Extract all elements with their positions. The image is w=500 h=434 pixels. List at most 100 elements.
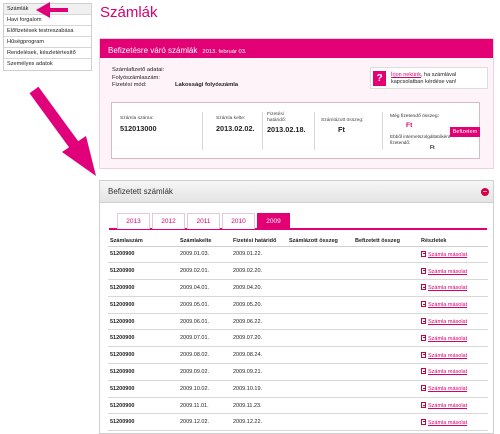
cell-billed-amount [287,262,353,281]
document-icon [421,284,426,291]
document-icon [421,418,426,425]
bill-copy-link[interactable]: Számla másolat [428,336,467,342]
tab-2012[interactable]: 2012 [152,213,185,229]
cell-paid-amount [353,246,419,264]
cell-paid-amount [353,413,419,432]
col-header: Részletek [419,236,488,247]
write-us-link[interactable]: Írjon nekünk [391,72,421,78]
cell-details: Számla másolat [419,296,488,314]
cell-billed-amount [287,246,353,264]
tab-2010[interactable]: 2010 [222,213,255,229]
bill-separator [314,112,315,150]
due-date-label-2: határidő: [267,118,287,123]
tab-2009[interactable]: 2009 [257,213,290,229]
cell-paid-amount [353,329,419,348]
table-row: 51200900 2009.05.01. 2009.05.20. Számla más… [108,296,488,314]
cell-due-date: 2009.12.22. [231,413,287,432]
nav-item-husegprogram[interactable]: Hűségprogram [4,37,91,48]
bill-date: 2013.02.02. [216,124,255,133]
paid-bills-title: Befizetett számlák [108,187,173,196]
nav-item-elofizetesek[interactable]: Előfizetések testreszabása [4,26,91,37]
table-row: 51200900 2009.06.01. 2009.06.22. Számla más… [108,313,488,331]
bill-separator [202,112,203,150]
bill-copy-link[interactable]: Számla másolat [428,369,467,375]
cell-details: Számla másolat [419,246,488,264]
document-icon [421,301,426,308]
paid-bills-panel: Befizetett számlák − 2013 2012 2011 2010… [99,180,494,434]
collapse-icon[interactable]: − [481,188,489,196]
pending-bills-title: Befizetésre váró számlák [108,46,198,55]
cell-details: Számla másolat [419,329,488,348]
cell-paid-amount [353,279,419,297]
pending-bills-panel: Befizetésre váró számlák 2013. február 03… [99,38,494,169]
payment-method-value: Lakossági folyószámla [175,82,239,88]
remaining-amount: Ft [406,122,413,129]
cell-bill-number: 51200900 [108,279,178,297]
help-text: Írjon nekünk, ha számlával kapcsolatban … [391,72,488,86]
cell-bill-date: 2009.07.01. [178,329,231,348]
internet-payable-label: Ebből internetszolgáltatóként fizetendő: [390,134,451,145]
bill-date-label: Számla kelte: [216,116,246,121]
question-icon: ? [373,71,386,86]
bill-copy-link[interactable]: Számla másolat [428,420,467,426]
cell-details: Számla másolat [419,380,488,398]
table-row: 51200900 2009.04.01. 2009.04.20. Számla más… [108,279,488,297]
cell-bill-number: 51200900 [108,246,178,264]
cell-bill-date: 2009.09.02. [178,363,231,381]
table-row: 51200900 2009.02.01. 2009.02.20. Számla más… [108,262,488,281]
document-icon [421,334,426,341]
document-icon [421,385,426,392]
bill-separator [262,112,263,150]
cell-bill-number: 51200900 [108,346,178,365]
cell-billed-amount [287,413,353,432]
cell-bill-number: 51200900 [108,397,178,415]
document-icon [421,318,426,325]
bill-copy-link[interactable]: Számla másolat [428,319,467,325]
left-nav: Számlák Havi forgalom Előfizetések testr… [3,3,92,71]
cell-due-date: 2009.08.24. [231,346,287,365]
cell-bill-number: 51200900 [108,313,178,331]
cell-due-date: 2009.07.20. [231,329,287,348]
account-number-label: Folyószámlaszám: [112,74,160,81]
bill-copy-link[interactable]: Számla másolat [428,285,467,291]
cell-due-date: 2009.05.20. [231,296,287,314]
cell-paid-amount [353,397,419,415]
cell-bill-date: 2009.12.02. [178,413,231,432]
table-row: 51200900 2009.12.02. 2009.12.22. Számla más… [108,413,488,432]
bill-copy-link[interactable]: Számla másolat [428,353,467,359]
col-header: Számlakelte [178,236,231,247]
document-icon [421,368,426,375]
document-icon [421,402,426,409]
cell-due-date: 2009.01.22. [231,246,287,264]
remaining-amount-label: Még fizetendő összeg: [390,114,439,119]
pending-bills-date: 2013. február 03. [202,49,247,55]
cell-bill-date: 2009.02.01. [178,262,231,281]
cell-bill-date: 2009.01.03. [178,246,231,264]
paid-bills-header: Befizetett számlák − [100,181,493,203]
nav-item-havi-forgalom[interactable]: Havi forgalom [4,15,91,26]
cell-details: Számla másolat [419,279,488,297]
pay-button[interactable]: Befizetem [450,127,480,137]
year-tabs: 2013 2012 2011 2010 2009 [109,213,487,230]
bill-copy-link[interactable]: Számla másolat [428,302,467,308]
bill-number: 512013000 [120,124,157,133]
bill-copy-link[interactable]: Számla másolat [428,252,467,258]
cell-due-date: 2009.09.21. [231,363,287,381]
cell-due-date: 2009.10.19. [231,380,287,398]
internet-payable-amount: Ft [430,145,435,151]
payer-info: Számlafizető adatai: Folyószámlaszám: Fi… [112,67,238,90]
cell-paid-amount [353,363,419,381]
nav-item-rendelesek[interactable]: Rendelések, készletértesítő [4,48,91,59]
nav-item-szamlak[interactable]: Számlák [4,4,91,15]
bill-copy-link[interactable]: Számla másolat [428,269,467,275]
nav-item-szemelyes-adatok[interactable]: Személyes adatok [4,59,91,70]
tab-2011[interactable]: 2011 [187,213,220,229]
bill-copy-link[interactable]: Számla másolat [428,386,467,392]
paid-bills-table: Számlaszám Számlakelte Fizetési határidő… [108,236,488,432]
tab-2013[interactable]: 2013 [117,213,150,229]
cell-bill-date: 2009.05.01. [178,296,231,314]
cell-billed-amount [287,346,353,365]
col-header: Számlázott összeg [287,236,353,247]
bill-copy-link[interactable]: Számla másolat [428,403,467,409]
table-row: 51200900 2009.01.03. 2009.01.22. Számla más… [108,246,488,264]
